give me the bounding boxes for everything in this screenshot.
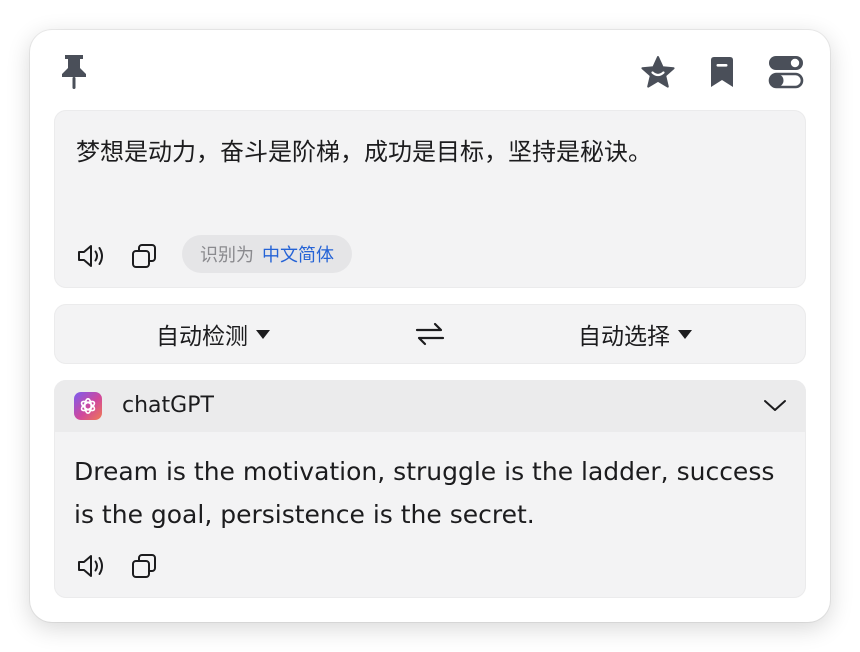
- result-copy-button[interactable]: [126, 548, 162, 584]
- source-panel: 梦想是动力，奋斗是阶梯，成功是目标，坚持是秘诀。 识别为 中文简体: [54, 110, 806, 288]
- detected-language-badge: 识别为 中文简体: [182, 235, 352, 273]
- pin-button[interactable]: [56, 52, 92, 92]
- source-copy-button[interactable]: [126, 238, 162, 274]
- source-language-label: 自动检测: [156, 324, 248, 350]
- translation-text[interactable]: Dream is the motivation, struggle is the…: [74, 450, 786, 536]
- source-language-select[interactable]: 自动检测: [156, 304, 270, 364]
- settings-toggle-button[interactable]: [764, 52, 808, 92]
- source-text[interactable]: 梦想是动力，奋斗是阶梯，成功是目标，坚持是秘诀。: [76, 130, 786, 174]
- bookmark-button[interactable]: [704, 52, 740, 92]
- source-language-caret-icon: [256, 329, 270, 339]
- speaker-icon: [78, 555, 103, 577]
- result-speak-button[interactable]: [74, 548, 110, 584]
- language-bar: 自动检测 自动选择: [54, 304, 806, 364]
- chevron-down-icon: [764, 400, 786, 411]
- target-language-caret-icon: [678, 329, 692, 339]
- collapse-result-button[interactable]: [758, 390, 792, 422]
- source-speak-button[interactable]: [74, 238, 110, 274]
- pin-icon: [62, 55, 86, 89]
- target-language-select[interactable]: 自动选择: [578, 304, 692, 364]
- detected-language-name: 中文简体: [262, 245, 334, 266]
- copy-icon: [132, 554, 156, 578]
- speaker-icon: [78, 245, 103, 267]
- copy-icon: [132, 244, 156, 268]
- chatgpt-logo-icon: [74, 392, 102, 420]
- favorite-button[interactable]: [638, 52, 678, 92]
- target-language-label: 自动选择: [578, 324, 670, 350]
- toggle-settings-icon: [768, 56, 804, 89]
- engine-name: chatGPT: [122, 393, 214, 418]
- bookmark-icon: [711, 57, 733, 87]
- result-panel: chatGPT Dream is the motivation, struggl…: [54, 380, 806, 598]
- detected-language-prefix: 识别为: [200, 245, 254, 266]
- translator-window: 梦想是动力，奋斗是阶梯，成功是目标，坚持是秘诀。 识别为 中文简体 自动检测 自…: [30, 30, 830, 622]
- swap-languages-button[interactable]: [410, 316, 450, 352]
- result-header[interactable]: chatGPT: [54, 380, 806, 432]
- swap-icon: [415, 322, 445, 346]
- star-icon: [641, 56, 675, 88]
